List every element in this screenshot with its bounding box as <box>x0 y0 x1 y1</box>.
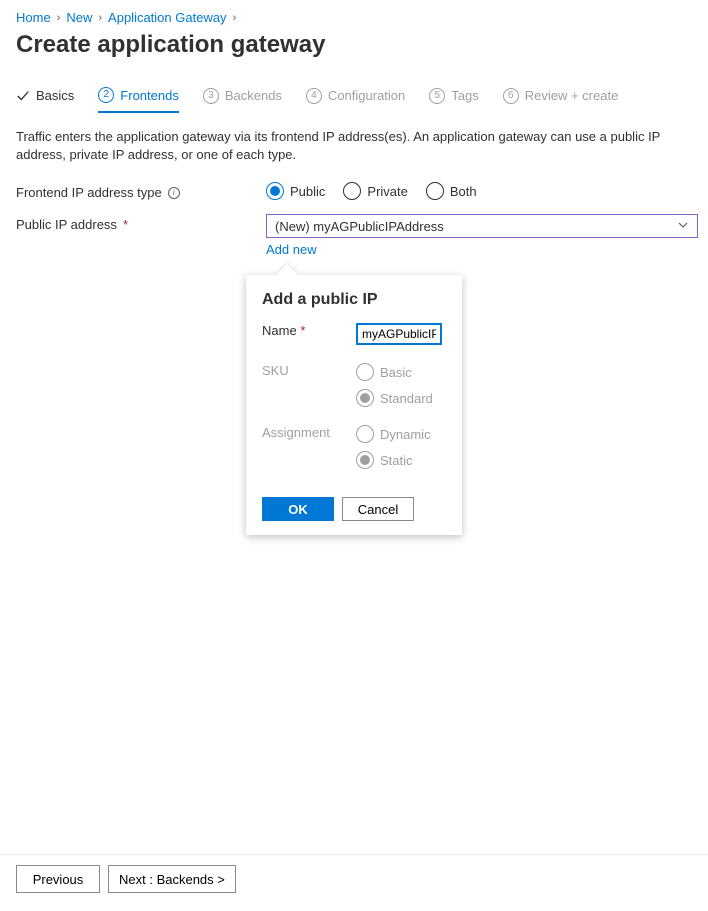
tab-label: Backends <box>225 88 282 103</box>
tab-description: Traffic enters the application gateway v… <box>16 128 692 164</box>
tab-label: Tags <box>451 88 478 103</box>
chevron-right-icon: › <box>57 12 61 24</box>
tab-tags[interactable]: 5 Tags <box>429 87 478 112</box>
step-number-icon: 4 <box>306 88 322 104</box>
radio-label: Both <box>450 184 477 199</box>
flyout-title: Add a public IP <box>262 291 446 309</box>
radio-label: Public <box>290 184 325 199</box>
step-number-icon: 3 <box>203 88 219 104</box>
add-public-ip-flyout: Add a public IP Name * SKU Basic Standar… <box>246 275 462 535</box>
flyout-assignment-label: Assignment <box>262 425 356 440</box>
frontend-type-radiogroup: Public Private Both <box>266 182 692 200</box>
frontend-type-private[interactable]: Private <box>343 182 407 200</box>
breadcrumb-new[interactable]: New <box>66 10 92 25</box>
tab-label: Basics <box>36 88 74 103</box>
tab-frontends[interactable]: 2 Frontends <box>98 87 179 113</box>
add-new-link[interactable]: Add new <box>266 242 317 257</box>
assignment-static: Static <box>356 451 446 469</box>
wizard-tabs: Basics 2 Frontends 3 Backends 4 Configur… <box>16 87 692 112</box>
radio-label: Standard <box>380 391 433 406</box>
breadcrumb: Home › New › Application Gateway › <box>16 10 692 25</box>
check-icon <box>16 89 30 103</box>
chevron-down-icon <box>677 219 689 234</box>
tab-label: Review + create <box>525 88 619 103</box>
tab-configuration[interactable]: 4 Configuration <box>306 87 405 112</box>
radio-label: Dynamic <box>380 427 431 442</box>
step-number-icon: 5 <box>429 88 445 104</box>
tab-label: Frontends <box>120 88 179 103</box>
radio-label: Static <box>380 453 413 468</box>
wizard-footer: Previous Next : Backends > <box>0 854 708 911</box>
tab-basics[interactable]: Basics <box>16 87 74 112</box>
breadcrumb-home[interactable]: Home <box>16 10 51 25</box>
info-icon[interactable]: i <box>168 187 180 199</box>
flyout-name-input[interactable] <box>356 323 442 345</box>
step-number-icon: 6 <box>503 88 519 104</box>
chevron-right-icon: › <box>233 12 237 24</box>
radio-label: Private <box>367 184 407 199</box>
next-button[interactable]: Next : Backends > <box>108 865 236 893</box>
radio-icon <box>266 182 284 200</box>
flyout-name-label: Name * <box>262 323 356 338</box>
step-number-icon: 2 <box>98 87 114 103</box>
tab-review-create[interactable]: 6 Review + create <box>503 87 619 112</box>
frontend-type-both[interactable]: Both <box>426 182 477 200</box>
public-ip-label: Public IP address * <box>16 214 266 232</box>
frontend-type-label: Frontend IP address type i <box>16 182 266 200</box>
radio-label: Basic <box>380 365 412 380</box>
tab-label: Configuration <box>328 88 405 103</box>
flyout-ok-button[interactable]: OK <box>262 497 334 521</box>
radio-icon <box>356 389 374 407</box>
radio-icon <box>426 182 444 200</box>
chevron-right-icon: › <box>98 12 102 24</box>
flyout-sku-label: SKU <box>262 363 356 378</box>
breadcrumb-appgw[interactable]: Application Gateway <box>108 10 227 25</box>
sku-standard: Standard <box>356 389 446 407</box>
radio-icon <box>356 451 374 469</box>
previous-button[interactable]: Previous <box>16 865 100 893</box>
frontend-type-public[interactable]: Public <box>266 182 325 200</box>
radio-icon <box>356 425 374 443</box>
radio-icon <box>343 182 361 200</box>
page-title: Create application gateway <box>16 31 692 59</box>
radio-icon <box>356 363 374 381</box>
flyout-cancel-button[interactable]: Cancel <box>342 497 414 521</box>
tab-backends[interactable]: 3 Backends <box>203 87 282 112</box>
public-ip-select[interactable]: (New) myAGPublicIPAddress <box>266 214 698 238</box>
required-marker: * <box>123 217 128 232</box>
sku-basic: Basic <box>356 363 446 381</box>
select-value: (New) myAGPublicIPAddress <box>275 219 444 234</box>
required-marker: * <box>300 323 305 338</box>
assignment-dynamic: Dynamic <box>356 425 446 443</box>
